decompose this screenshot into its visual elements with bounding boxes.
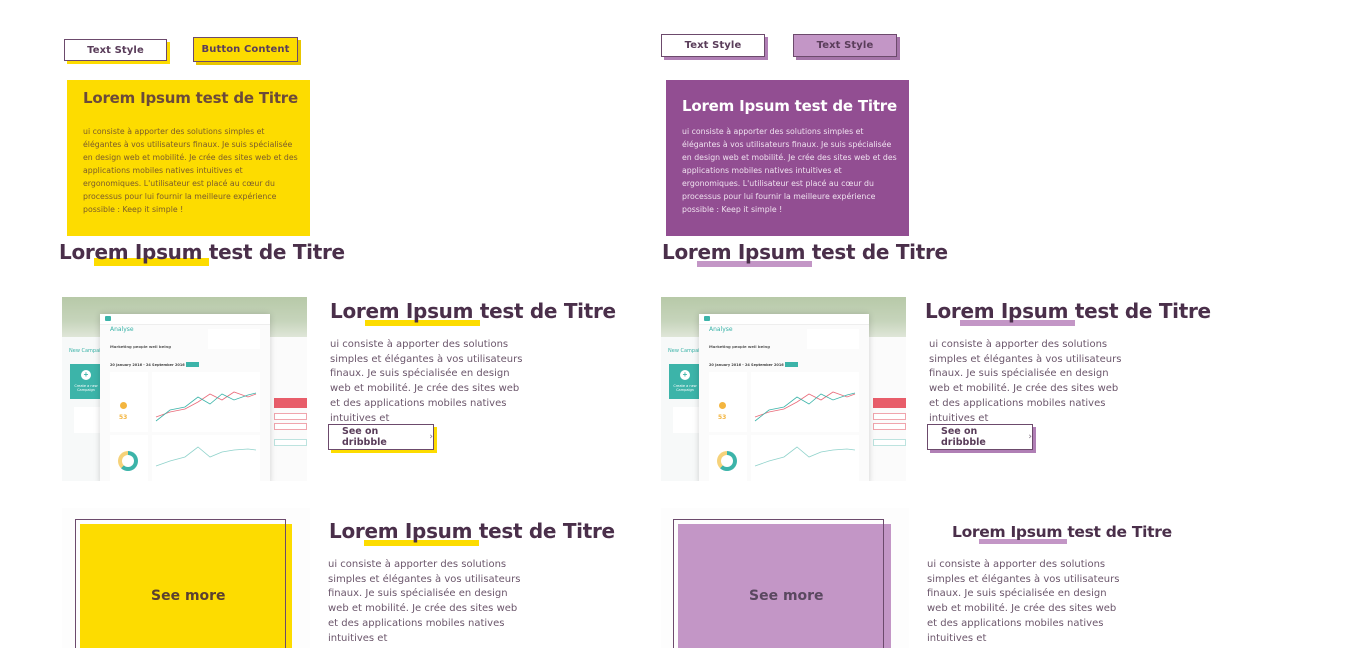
yellow-text-card: Lorem Ipsum test de Titre ui consiste à …: [67, 80, 310, 236]
create-campaign-tile: + Create a new Campaign: [70, 364, 102, 399]
feature-title: Lor em Ipsum test de Titre: [925, 299, 1211, 326]
line-charts: [754, 391, 856, 467]
text-style-button-filled[interactable]: Text Style: [793, 34, 897, 57]
button-content-label: Button Content: [201, 44, 290, 55]
create-campaign-tile: + Create a new Campaign: [669, 364, 701, 399]
see-more-button[interactable]: See more: [151, 588, 226, 604]
see-more-card: See more: [62, 508, 310, 648]
see-more-button[interactable]: See more: [749, 588, 824, 604]
plus-icon: +: [680, 370, 690, 380]
see-more-outline: [673, 519, 884, 648]
plus-icon: +: [81, 370, 91, 380]
feature-body: ui consiste à apporter des solutions sim…: [929, 339, 1122, 424]
dashboard-screenshot: New Campaign + Create a new Campaign Ana…: [62, 297, 307, 481]
card-title: Lorem Ipsum test de Titre: [83, 89, 298, 107]
chevron-right-icon: ›: [1028, 432, 1032, 442]
analyse-window: Analyse Marketing people well being 20 J…: [699, 314, 869, 481]
see-more-body: ui consiste à apporter des solutions sim…: [328, 559, 521, 644]
see-more-body: ui consiste à apporter des solutions sim…: [927, 559, 1120, 644]
see-more-title: Lor em Ipsum test de Titre: [329, 519, 615, 546]
feature-title: Lor em Ipsum test de Titre: [330, 299, 616, 326]
chevron-right-icon: ›: [429, 432, 433, 442]
see-more-outline: [75, 519, 286, 648]
button-content-button[interactable]: Button Content: [193, 37, 298, 62]
analyse-window: Analyse Marketing people well being 20 J…: [100, 314, 270, 481]
card-body: ui consiste à apporter des solutions sim…: [83, 127, 298, 214]
purple-text-card: Lorem Ipsum test de Titre ui consiste à …: [666, 80, 909, 236]
card-title: Lorem Ipsum test de Titre: [682, 97, 897, 115]
card-body: ui consiste à apporter des solutions sim…: [682, 127, 897, 214]
see-more-card: See more: [661, 508, 909, 648]
see-more-title: Lor em Ipsum test de Titre: [952, 523, 1172, 544]
text-style-button-label: Text Style: [87, 44, 144, 56]
highlighted-heading: Lor em Ipsum test de Titre: [59, 240, 345, 266]
line-charts: [155, 391, 257, 467]
highlighted-heading: Lor em Ipsum test de Titre: [662, 240, 948, 267]
text-style-button[interactable]: Text Style: [64, 39, 167, 61]
dashboard-screenshot: New Campaign + Create a new Campaign Ana…: [661, 297, 906, 481]
see-on-dribbble-button[interactable]: See on dribbble ›: [927, 424, 1033, 450]
see-on-dribbble-button[interactable]: See on dribbble ›: [328, 424, 434, 450]
text-style-button-outline[interactable]: Text Style: [661, 34, 765, 57]
feature-body: ui consiste à apporter des solutions sim…: [330, 339, 523, 424]
